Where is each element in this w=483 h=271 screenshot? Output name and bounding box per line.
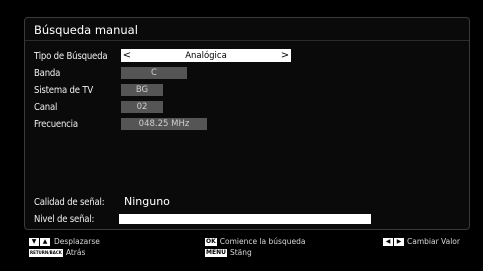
frequency-row[interactable]: Frecuencia <box>34 117 122 131</box>
band-value[interactable]: C <box>121 67 187 79</box>
help-menu-label: Stäng <box>229 248 252 257</box>
help-back-label: Atrás <box>65 248 86 257</box>
band-label: Banda <box>34 67 61 79</box>
help-change: ◀ ▶ Cambiar Valor <box>383 237 460 246</box>
tv-system-label: Sistema de TV <box>34 84 94 96</box>
right-key-icon: ▶ <box>394 237 404 246</box>
channel-label: Canal <box>34 101 58 113</box>
help-bar: ▼ ▲ Desplazarse RETURN/BACK Atrás OK Com… <box>0 230 483 271</box>
signal-quality-label: Calidad de señal: <box>34 196 105 208</box>
manual-search-panel: Búsqueda manual Tipo de Búsqueda < Analó… <box>24 17 470 230</box>
signal-quality-value: Ninguno <box>124 195 170 208</box>
signal-level-row: Nivel de señal: <box>34 212 122 226</box>
help-menu: MENU Stäng <box>205 248 252 257</box>
back-key: RETURN/BACK <box>29 248 63 257</box>
tv-screen: Búsqueda manual Tipo de Búsqueda < Analó… <box>0 0 483 271</box>
help-ok-label: Comience la búsqueda <box>219 237 306 246</box>
tv-system-value[interactable]: BG <box>121 84 163 96</box>
search-type-label: Tipo de Búsqueda <box>34 50 108 62</box>
channel-value[interactable]: 02 <box>121 101 163 113</box>
search-type-row[interactable]: Tipo de Búsqueda <box>34 49 122 63</box>
channel-row[interactable]: Canal <box>34 100 122 114</box>
menu-key: MENU <box>205 248 227 257</box>
down-arrow-icon: ▼ <box>29 237 39 246</box>
signal-level-fill <box>119 214 371 224</box>
signal-level-bar <box>119 214 371 224</box>
signal-level-label: Nivel de señal: <box>34 213 95 225</box>
left-key-icon: ◀ <box>383 237 393 246</box>
right-arrow-icon[interactable]: > <box>279 50 291 61</box>
search-type-selector[interactable]: < Analógica > <box>121 49 291 62</box>
help-back: RETURN/BACK Atrás <box>29 248 85 257</box>
help-move-label: Desplazarse <box>54 237 100 246</box>
panel-title: Búsqueda manual <box>34 23 138 37</box>
ok-key: OK <box>205 237 217 246</box>
frequency-label: Frecuencia <box>34 118 78 130</box>
left-arrow-icon[interactable]: < <box>121 50 133 61</box>
help-move: ▼ ▲ Desplazarse <box>29 237 100 246</box>
help-ok: OK Comience la búsqueda <box>205 237 305 246</box>
frequency-value[interactable]: 048.25 MHz <box>121 118 207 130</box>
band-row[interactable]: Banda <box>34 66 122 80</box>
help-change-label: Cambiar Valor <box>407 237 460 246</box>
signal-quality-row: Calidad de señal: <box>34 195 122 209</box>
search-type-value: Analógica <box>185 50 227 61</box>
tv-system-row[interactable]: Sistema de TV <box>34 83 122 97</box>
up-arrow-icon: ▲ <box>40 237 50 246</box>
title-divider <box>25 40 469 41</box>
